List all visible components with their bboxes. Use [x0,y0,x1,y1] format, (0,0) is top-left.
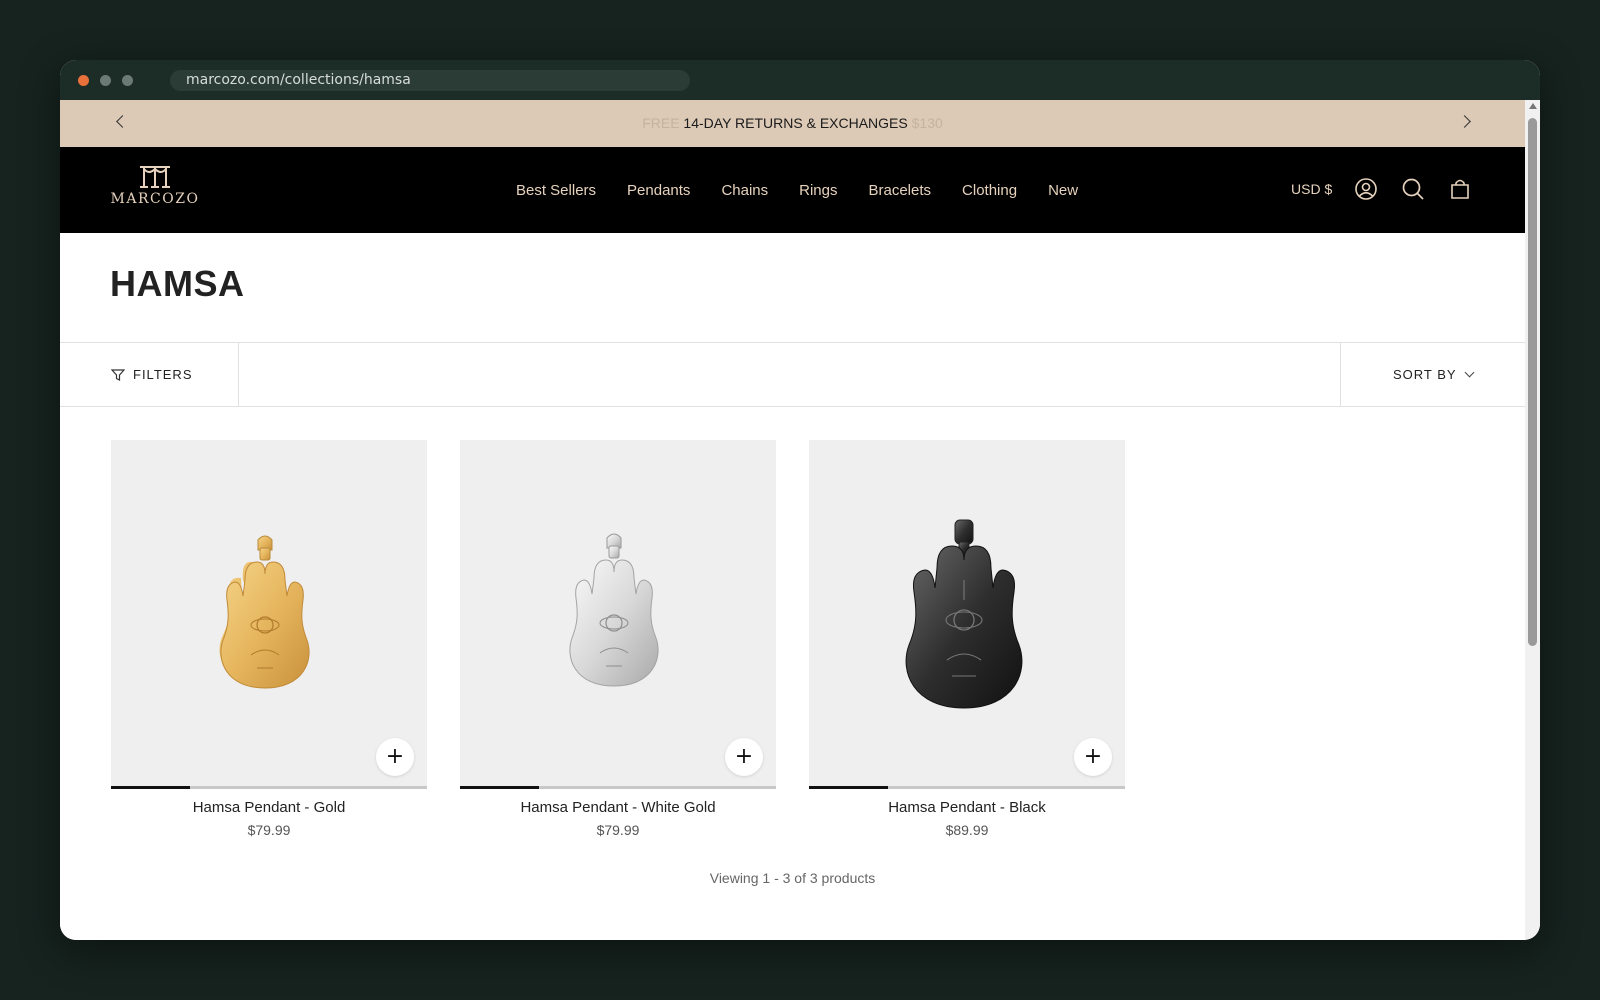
logo[interactable]: MARCOZO [110,165,200,215]
nav-chains[interactable]: Chains [721,182,768,199]
product-price: $79.99 [247,822,291,838]
quick-add-button[interactable]: + [725,738,763,776]
filters-label: FILTERS [133,367,193,382]
browser-window: marcozo.com/collections/hamsa FREE 14-DA… [60,60,1540,940]
announcement-next-text: $130 [911,115,943,131]
search-icon[interactable] [1401,177,1425,201]
address-bar[interactable]: marcozo.com/collections/hamsa [170,70,690,91]
image-progress-bar [460,786,776,789]
nav-pendants[interactable]: Pendants [627,182,690,199]
nav-bracelets[interactable]: Bracelets [869,182,932,199]
product-card[interactable]: + Hamsa Pendant - Black $89.99 [809,440,1125,838]
chevron-down-icon [1464,367,1475,378]
scrollbar[interactable] [1525,100,1540,940]
sort-by-label: SORT BY [1393,367,1457,382]
product-image[interactable]: + [460,440,776,786]
filter-icon [111,369,125,381]
hamsa-pendant-gold-image [219,535,310,689]
quick-add-button[interactable]: + [1074,738,1112,776]
sort-by-button[interactable]: SORT BY [1340,343,1525,406]
filter-bar: FILTERS SORT BY [60,343,1525,407]
hamsa-pendant-black-image [905,519,1023,709]
product-image[interactable]: + [111,440,427,786]
announcement-prev-text: FREE [642,115,680,131]
browser-toolbar: marcozo.com/collections/hamsa [60,60,1540,100]
scroll-up-arrow-icon[interactable] [1529,103,1537,109]
minimize-window-button[interactable] [100,75,111,86]
cart-icon[interactable] [1448,177,1472,201]
page-viewport: FREE 14-DAY RETURNS & EXCHANGES $130 MAR… [60,100,1525,940]
product-price: $89.99 [945,822,989,838]
announcement-bar: FREE 14-DAY RETURNS & EXCHANGES $130 [60,100,1525,147]
site-header: MARCOZO Best Sellers Pendants Chains Rin… [60,147,1525,233]
collection-header: HAMSA [60,233,1525,343]
image-progress-bar [111,786,427,789]
quick-add-button[interactable]: + [376,738,414,776]
logo-mark-icon [140,166,170,188]
product-name[interactable]: Hamsa Pendant - White Gold [460,799,776,816]
product-name[interactable]: Hamsa Pendant - Gold [111,799,427,816]
image-progress-fill [809,786,888,789]
currency-selector[interactable]: USD $ [1291,181,1332,197]
logo-text: MARCOZO [110,191,200,207]
image-progress-bar [809,786,1125,789]
scrollbar-thumb[interactable] [1528,118,1537,646]
nav-best-sellers[interactable]: Best Sellers [516,182,596,199]
main-nav: Best Sellers Pendants Chains Rings Brace… [516,147,1109,233]
nav-clothing[interactable]: Clothing [962,182,1017,199]
page-title: HAMSA [110,263,245,304]
filters-button[interactable]: FILTERS [60,343,239,406]
product-name[interactable]: Hamsa Pendant - Black [809,799,1125,816]
product-card[interactable]: + Hamsa Pendant - Gold $79.99 [111,440,427,838]
image-progress-fill [111,786,190,789]
account-icon[interactable] [1354,177,1378,201]
product-card[interactable]: + Hamsa Pendant - White Gold $79.99 [460,440,776,838]
nav-rings[interactable]: Rings [799,182,837,199]
announcement-message: FREE 14-DAY RETURNS & EXCHANGES $130 [60,100,1525,147]
pagination-summary: Viewing 1 - 3 of 3 products [709,870,876,886]
maximize-window-button[interactable] [122,75,133,86]
hamsa-pendant-white-gold-image [569,533,659,687]
product-price: $79.99 [596,822,640,838]
close-window-button[interactable] [78,75,89,86]
announcement-text: 14-DAY RETURNS & EXCHANGES [683,115,908,131]
image-progress-fill [460,786,539,789]
product-image[interactable]: + [809,440,1125,786]
nav-new[interactable]: New [1048,182,1078,199]
